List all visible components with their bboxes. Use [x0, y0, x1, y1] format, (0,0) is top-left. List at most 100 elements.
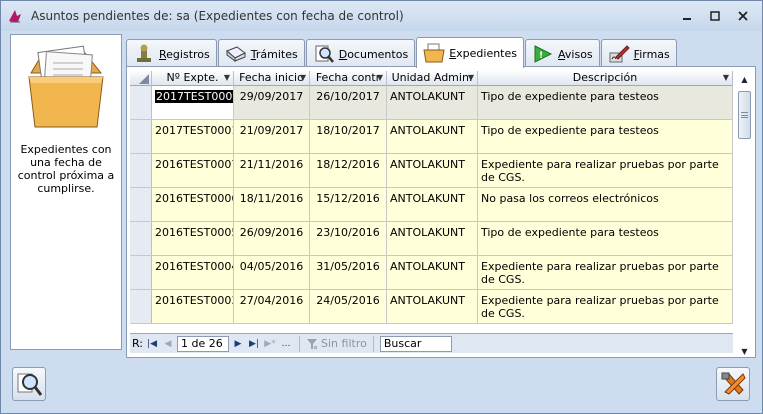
table-cell[interactable]: Tipo de expediente para testeos — [478, 222, 733, 255]
exit-button[interactable] — [716, 367, 750, 401]
tab-firmas[interactable]: Firmas — [600, 39, 677, 68]
column-header-fecha-control[interactable]: Fecha contr ▼ — [310, 71, 387, 86]
table-cell[interactable]: 24/05/2016 — [310, 290, 387, 323]
first-record-icon[interactable]: |◀ — [145, 337, 159, 351]
filter-toggle[interactable]: Sin filtro — [299, 335, 374, 352]
table-cell[interactable]: ANTOLAKUNT — [387, 120, 478, 153]
table-cell[interactable]: 2016TEST0005 — [152, 222, 234, 255]
left-info-panel: Expedientes con una fecha de control pró… — [10, 34, 122, 350]
table-cell[interactable]: 04/05/2016 — [234, 256, 310, 289]
column-header-fecha-inicio[interactable]: Fecha inicio ▼ — [234, 71, 310, 86]
row-selector[interactable] — [130, 120, 152, 153]
grid-rows: 2017TEST0002 29/09/2017 26/10/2017 ANTOLAKU… — [130, 86, 733, 324]
table-cell[interactable]: 2016TEST0007 — [152, 154, 234, 187]
row-selector[interactable] — [130, 256, 152, 289]
table-cell[interactable]: 18/11/2016 — [234, 188, 310, 221]
row-selector[interactable] — [130, 188, 152, 221]
table-cell[interactable]: Tipo de expediente para testeos — [478, 86, 733, 119]
folder-icon — [25, 43, 107, 131]
table-row[interactable]: 2016TEST0003 27/04/2016 24/05/2016 ANTOLAKU… — [130, 290, 733, 324]
row-selector[interactable] — [130, 222, 152, 255]
table-cell[interactable]: 18/12/2016 — [310, 154, 387, 187]
last-record-icon[interactable]: ▶| — [247, 337, 261, 351]
tab-label: Trámites — [250, 47, 298, 61]
svg-text:!: ! — [539, 51, 543, 61]
tab-registros[interactable]: Registros — [126, 39, 217, 68]
search-button[interactable] — [12, 367, 46, 401]
table-cell[interactable]: 2016TEST0006 — [152, 188, 234, 221]
table-cell[interactable]: ANTOLAKUNT — [387, 222, 478, 255]
table-row[interactable]: 2016TEST0006 18/11/2016 15/12/2016 ANTOLAKU… — [130, 188, 733, 222]
table-row[interactable]: 2016TEST0005 26/09/2016 23/10/2016 ANTOLAKU… — [130, 222, 733, 256]
column-header-descripcion[interactable]: Descripción ▼ — [478, 71, 733, 86]
tab-avisos[interactable]: ! Avisos — [525, 39, 600, 68]
tab-label: Documentos — [338, 47, 409, 61]
table-cell[interactable]: Expediente para realizar pruebas por par… — [478, 256, 733, 289]
table-cell[interactable]: 2016TEST0004 — [152, 256, 234, 289]
table-row[interactable]: 2017TEST0001 21/09/2017 18/10/2017 ANTOLAKU… — [130, 120, 733, 154]
table-cell[interactable]: Tipo de expediente para testeos — [478, 120, 733, 153]
select-all-corner[interactable] — [130, 71, 152, 86]
chevron-down-icon: ▼ — [722, 73, 729, 82]
warning-arrow-icon: ! — [532, 43, 554, 65]
table-cell[interactable]: 2016TEST0003 — [152, 290, 234, 323]
tab-label: Avisos — [558, 47, 593, 61]
minimize-icon[interactable] — [674, 7, 700, 25]
app-icon[interactable] — [7, 8, 23, 24]
table-cell[interactable]: 31/05/2016 — [310, 256, 387, 289]
row-selector[interactable] — [130, 86, 152, 119]
search-magnifier-icon — [17, 373, 43, 396]
close-icon[interactable] — [730, 7, 756, 25]
column-header-expte[interactable]: Nº Expte. ▼ — [152, 71, 234, 86]
table-cell[interactable]: 26/10/2017 — [310, 86, 387, 119]
table-cell[interactable]: 2017TEST0002 — [152, 86, 234, 119]
row-selector[interactable] — [130, 154, 152, 187]
vertical-scrollbar[interactable]: ▲ ▼ — [736, 71, 753, 359]
table-cell[interactable]: 21/09/2017 — [234, 120, 310, 153]
table-cell[interactable]: 26/09/2016 — [234, 222, 310, 255]
tab-expedientes[interactable]: Expedientes — [416, 37, 524, 68]
scroll-down-icon[interactable]: ▼ — [736, 343, 753, 359]
table-cell[interactable]: ANTOLAKUNT — [387, 86, 478, 119]
table-row[interactable]: 2016TEST0007 21/11/2016 18/12/2016 ANTOLAKU… — [130, 154, 733, 188]
book-icon — [225, 43, 247, 65]
maximize-icon[interactable] — [702, 7, 728, 25]
column-header-unidad[interactable]: Unidad Admin. ▼ — [387, 71, 478, 86]
table-cell[interactable]: Expediente para realizar pruebas por par… — [478, 154, 733, 187]
expedientes-grid[interactable]: Nº Expte. ▼ Fecha inicio ▼ Fecha contr ▼ Un… — [130, 71, 733, 331]
window-client: Expedientes con una fecha de control pró… — [8, 31, 756, 408]
table-cell[interactable]: 15/12/2016 — [310, 188, 387, 221]
tab-documentos[interactable]: Documentos — [305, 39, 416, 68]
scroll-up-icon[interactable]: ▲ — [736, 71, 753, 87]
title-bar[interactable]: Asuntos pendientes de: sa (Expedientes c… — [1, 1, 762, 31]
chevron-down-icon: ▼ — [223, 73, 230, 82]
tab-tramites[interactable]: Trámites — [217, 39, 305, 68]
left-panel-description: Expedientes con una fecha de control pró… — [17, 143, 115, 195]
table-cell[interactable]: No pasa los correos electrónicos — [478, 188, 733, 221]
table-cell[interactable]: 23/10/2016 — [310, 222, 387, 255]
new-record-icon[interactable]: ▶* — [263, 337, 277, 351]
table-cell[interactable]: Expediente para realizar pruebas por par… — [478, 290, 733, 323]
table-row[interactable]: 2016TEST0004 04/05/2016 31/05/2016 ANTOLAKU… — [130, 256, 733, 290]
table-cell[interactable]: 21/11/2016 — [234, 154, 310, 187]
table-cell[interactable]: 27/04/2016 — [234, 290, 310, 323]
next-record-icon[interactable]: ▶ — [231, 337, 245, 351]
row-selector[interactable] — [130, 290, 152, 323]
table-cell[interactable]: 18/10/2017 — [310, 120, 387, 153]
scroll-thumb[interactable] — [738, 91, 751, 139]
record-position-input[interactable]: 1 de 26 — [177, 335, 230, 352]
table-cell[interactable]: ANTOLAKUNT — [387, 290, 478, 323]
more-icon[interactable]: … — [279, 337, 293, 351]
table-cell[interactable]: 29/09/2017 — [234, 86, 310, 119]
main-window: Asuntos pendientes de: sa (Expedientes c… — [0, 0, 763, 414]
signature-pen-icon — [608, 43, 630, 65]
table-cell[interactable]: 2017TEST0001 — [152, 120, 234, 153]
previous-record-icon[interactable]: ◀ — [161, 337, 175, 351]
search-input[interactable]: Buscar — [379, 335, 452, 352]
table-cell[interactable]: ANTOLAKUNT — [387, 154, 478, 187]
table-cell[interactable]: ANTOLAKUNT — [387, 188, 478, 221]
table-cell[interactable]: ANTOLAKUNT — [387, 256, 478, 289]
table-row[interactable]: 2017TEST0002 29/09/2017 26/10/2017 ANTOLAKU… — [130, 86, 733, 120]
grid-header: Nº Expte. ▼ Fecha inicio ▼ Fecha contr ▼ Un… — [130, 71, 733, 86]
tab-label: Expedientes — [449, 46, 517, 60]
